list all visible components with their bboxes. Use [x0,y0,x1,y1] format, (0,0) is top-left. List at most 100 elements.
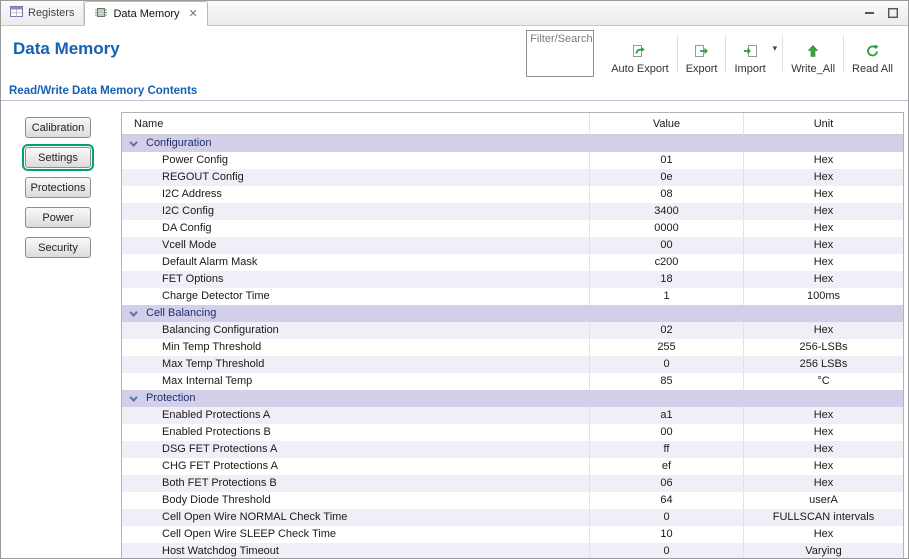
group-row-protection[interactable]: Protection [122,390,903,407]
data-memory-icon [94,6,108,22]
param-unit: Hex [743,441,903,458]
table-row[interactable]: Default Alarm Maskc200Hex [122,254,903,271]
import-button[interactable]: Import [727,30,772,77]
column-header-value[interactable]: Value [589,113,743,135]
table-row[interactable]: Charge Detector Time1100ms [122,288,903,305]
param-value[interactable]: a1 [589,407,743,424]
page-title: Data Memory [1,26,120,81]
param-name: Power Config [122,152,589,169]
data-memory-table: NameValueUnitConfigurationPower Config01… [121,112,904,559]
param-unit: userA [743,492,903,509]
table-row[interactable]: Max Temp Threshold0256 LSBs [122,356,903,373]
table-row[interactable]: Min Temp Threshold255256-LSBs [122,339,903,356]
tab-close-icon[interactable]: ✕ [189,7,198,20]
table-row[interactable]: REGOUT Config0eHex [122,169,903,186]
param-value[interactable]: c200 [589,254,743,271]
param-unit: Varying [743,543,903,559]
table-row[interactable]: DA Config0000Hex [122,220,903,237]
collapse-chevron-icon[interactable] [129,393,137,401]
param-name: Enabled Protections B [122,424,589,441]
export-label: Export [686,63,718,75]
column-header-unit[interactable]: Unit [743,113,903,135]
param-value[interactable]: 85 [589,373,743,390]
param-name: I2C Config [122,203,589,220]
sidebar-item-security[interactable]: Security [25,237,91,258]
write-all-button[interactable]: Write_All [784,30,842,77]
collapse-chevron-icon[interactable] [129,308,137,316]
param-unit: Hex [743,458,903,475]
group-label: Cell Balancing [146,305,216,322]
group-row-configuration[interactable]: Configuration [122,135,903,152]
table-row[interactable]: Vcell Mode00Hex [122,237,903,254]
group-row-cell-balancing[interactable]: Cell Balancing [122,305,903,322]
group-label: Protection [146,390,196,407]
param-value[interactable]: 0000 [589,220,743,237]
param-unit: 256-LSBs [743,339,903,356]
minimize-icon[interactable] [865,8,875,18]
category-sidebar: Calibration Settings Protections Power Secur… [25,117,91,258]
table-row[interactable]: Power Config01Hex [122,152,903,169]
tab-bar: Registers Data Memory ✕ [1,1,908,26]
window-controls [865,1,908,25]
param-unit: Hex [743,424,903,441]
param-value[interactable]: 01 [589,152,743,169]
param-name: Max Temp Threshold [122,356,589,373]
param-value[interactable]: 0 [589,543,743,559]
filter-search-input[interactable]: Filter/Search [526,30,594,77]
tab-data-memory[interactable]: Data Memory ✕ [84,1,207,26]
param-value[interactable]: 02 [589,322,743,339]
table-row[interactable]: Max Internal Temp85°C [122,373,903,390]
param-value[interactable]: 08 [589,186,743,203]
read-all-button[interactable]: Read All [845,30,900,77]
param-value[interactable]: 1 [589,288,743,305]
auto-export-button[interactable]: Auto Export [604,30,675,77]
param-value[interactable]: 3400 [589,203,743,220]
table-row[interactable]: Body Diode Threshold64userA [122,492,903,509]
table-row[interactable]: FET Options18Hex [122,271,903,288]
table-row[interactable]: Enabled Protections B00Hex [122,424,903,441]
param-value[interactable]: 0 [589,509,743,526]
param-name: Min Temp Threshold [122,339,589,356]
table-row[interactable]: Cell Open Wire SLEEP Check Time10Hex [122,526,903,543]
sidebar-item-calibration[interactable]: Calibration [25,117,91,138]
table-row[interactable]: I2C Config3400Hex [122,203,903,220]
table-row[interactable]: CHG FET Protections AefHex [122,458,903,475]
table-row[interactable]: I2C Address08Hex [122,186,903,203]
maximize-icon[interactable] [888,8,898,18]
param-value[interactable]: ef [589,458,743,475]
param-value[interactable]: 64 [589,492,743,509]
export-button[interactable]: Export [679,30,725,77]
param-value[interactable]: 00 [589,237,743,254]
param-value[interactable]: 255 [589,339,743,356]
table-row[interactable]: Enabled Protections Aa1Hex [122,407,903,424]
param-value[interactable]: 10 [589,526,743,543]
table-row[interactable]: Host Watchdog Timeout0Varying [122,543,903,559]
table-row[interactable]: Cell Open Wire NORMAL Check Time0FULLSCA… [122,509,903,526]
param-value[interactable]: 18 [589,271,743,288]
collapse-chevron-icon[interactable] [129,138,137,146]
tab-registers[interactable]: Registers [1,1,84,25]
param-unit: 100ms [743,288,903,305]
table-row[interactable]: DSG FET Protections AffHex [122,441,903,458]
toolbar: Filter/Search Auto Export Export Import▾ Wr… [526,26,908,81]
param-value[interactable]: 0e [589,169,743,186]
sidebar-item-power[interactable]: Power [25,207,91,228]
write-all-label: Write_All [791,63,835,75]
param-value[interactable]: ff [589,441,743,458]
param-name: Balancing Configuration [122,322,589,339]
param-value[interactable]: 0 [589,356,743,373]
param-value[interactable]: 06 [589,475,743,492]
import-dropdown-arrow[interactable]: ▾ [773,43,782,64]
param-value[interactable]: 00 [589,424,743,441]
column-header-name[interactable]: Name [122,113,589,135]
param-unit: Hex [743,220,903,237]
param-unit: Hex [743,169,903,186]
filter-placeholder: Filter/Search [530,33,592,45]
sidebar-item-protections[interactable]: Protections [25,177,91,198]
table-row[interactable]: Both FET Protections B06Hex [122,475,903,492]
table-row[interactable]: Balancing Configuration02Hex [122,322,903,339]
sidebar-item-settings[interactable]: Settings [25,147,91,168]
param-name: Default Alarm Mask [122,254,589,271]
tab-registers-label: Registers [28,7,74,19]
param-name: Max Internal Temp [122,373,589,390]
